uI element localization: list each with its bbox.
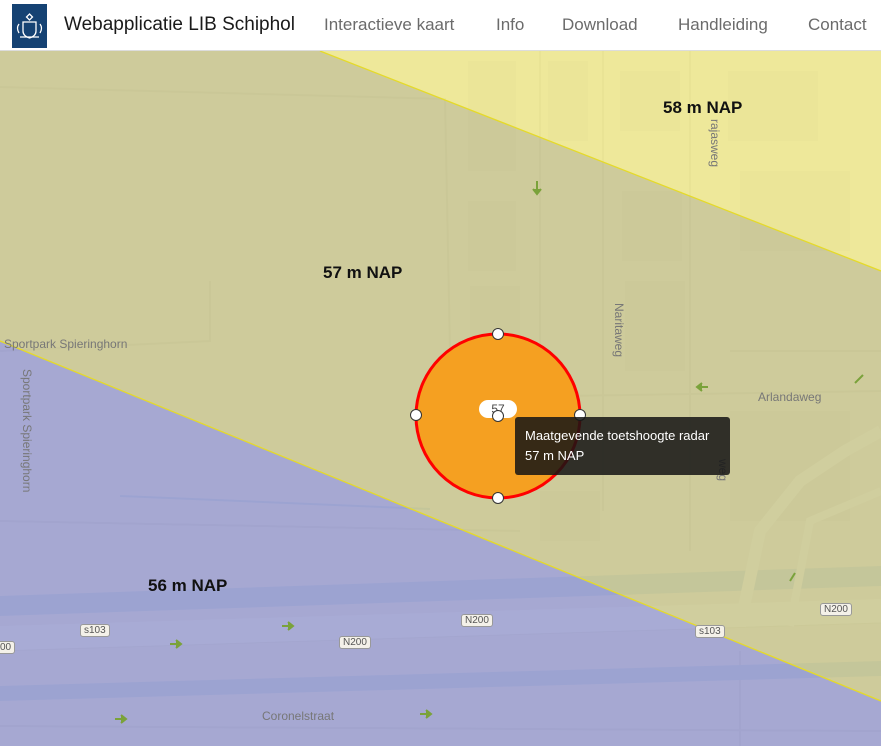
- road-shield: 00: [0, 641, 16, 654]
- map-canvas: [0, 51, 881, 746]
- street-label: Coronelstraat: [262, 709, 335, 723]
- zone-label-57: 57 m NAP: [323, 263, 403, 282]
- tooltip-value: 57 m NAP: [525, 448, 585, 463]
- road-shield: N200: [820, 603, 852, 616]
- nav-interactieve-kaart[interactable]: Interactieve kaart: [324, 15, 454, 35]
- rijksoverheid-logo[interactable]: [12, 4, 47, 48]
- street-label: rajasweg: [708, 119, 722, 168]
- road-shield: N200: [461, 614, 493, 627]
- nav-info[interactable]: Info: [496, 15, 524, 35]
- resize-handle-bottom[interactable]: [492, 492, 504, 504]
- center-handle[interactable]: [492, 410, 504, 422]
- road-shield: s103: [80, 624, 110, 637]
- street-label: Sportpark Spieringhorn: [4, 337, 128, 351]
- tooltip-title: Maatgevende toetshoogte radar: [525, 428, 710, 443]
- height-tooltip: Maatgevende toetshoogte radar 57 m NAP: [515, 417, 730, 475]
- road-shield: s103: [695, 625, 725, 638]
- resize-handle-left[interactable]: [410, 409, 422, 421]
- street-label: Sportpark Spieringhorn: [20, 369, 34, 493]
- navbar: Webapplicatie LIB Schiphol Interactieve …: [0, 0, 881, 51]
- nav-download[interactable]: Download: [562, 15, 638, 35]
- zone-label-58: 58 m NAP: [663, 98, 743, 117]
- interactive-map[interactable]: 58 m NAP 57 m NAP 56 m NAP Sportpark Spi…: [0, 51, 881, 746]
- street-label: Arlandaweg: [758, 390, 822, 404]
- app-title[interactable]: Webapplicatie LIB Schiphol: [64, 14, 295, 36]
- street-label: Naritaweg: [612, 303, 626, 358]
- nav-handleiding[interactable]: Handleiding: [678, 15, 768, 35]
- resize-handle-top[interactable]: [492, 328, 504, 340]
- zone-label-56: 56 m NAP: [148, 576, 228, 595]
- road-shield: N200: [339, 636, 371, 649]
- nav-contact[interactable]: Contact: [808, 15, 867, 35]
- coat-of-arms-icon: [16, 13, 43, 39]
